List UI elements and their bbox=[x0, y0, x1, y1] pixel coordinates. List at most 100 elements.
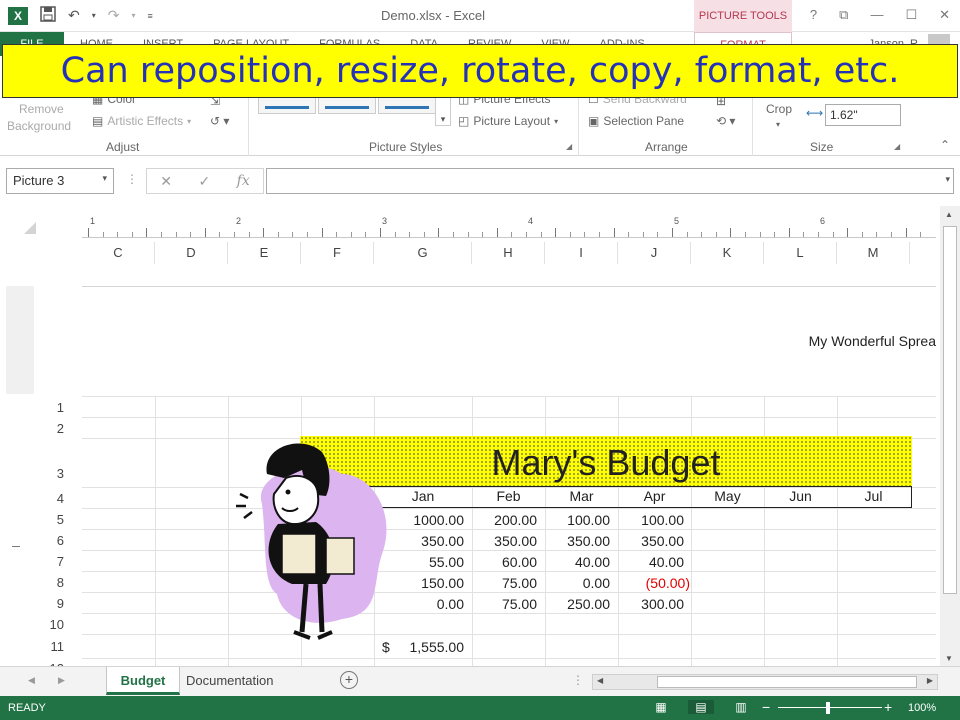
undo-dropdown-icon[interactable]: ▾ bbox=[92, 11, 96, 20]
enter-icon[interactable]: ✓ bbox=[198, 173, 210, 190]
selection-pane-button[interactable]: ▣ Selection Pane bbox=[588, 114, 684, 128]
tab-splitter-icon[interactable]: ⋮ bbox=[572, 673, 584, 687]
formula-bar-grip-icon[interactable]: ⋮ bbox=[126, 172, 138, 186]
row-header-5[interactable]: 5 bbox=[36, 512, 64, 527]
redo-dropdown-icon[interactable]: ▾ bbox=[131, 11, 135, 20]
dialog-launcher-icon[interactable]: ◢ bbox=[566, 142, 572, 151]
crop-button[interactable]: Crop bbox=[766, 102, 792, 116]
remove-background-button-line2[interactable]: Background bbox=[7, 119, 71, 133]
reset-picture-icon[interactable]: ↺ ▾ bbox=[210, 114, 229, 128]
column-header-m[interactable]: M bbox=[837, 242, 910, 264]
remove-background-button-line1[interactable]: Remove bbox=[19, 102, 64, 116]
column-header-f[interactable]: F bbox=[301, 242, 374, 264]
month-header-may[interactable]: May bbox=[691, 488, 764, 504]
chevron-down-icon[interactable]: ▾ bbox=[102, 173, 107, 184]
sheet-tab-documentation[interactable]: Documentation bbox=[186, 673, 273, 688]
cell-value[interactable]: 75.00 bbox=[472, 596, 537, 612]
row-header-6[interactable]: 6 bbox=[36, 533, 64, 548]
maximize-button[interactable]: ☐ bbox=[905, 7, 917, 23]
scroll-left-icon[interactable]: ◀ bbox=[597, 676, 603, 685]
rotate-icon[interactable]: ⟲ ▾ bbox=[716, 114, 735, 128]
page-header-area[interactable]: My Wonderful Sprea bbox=[82, 286, 936, 394]
cell-value[interactable]: 100.00 bbox=[618, 512, 684, 528]
shape-width-input[interactable]: 1.62" bbox=[825, 104, 901, 126]
artistic-effects-button[interactable]: ▤ Artistic Effects ▾ bbox=[92, 114, 191, 128]
month-header-apr[interactable]: Apr bbox=[618, 488, 691, 504]
row-header-7[interactable]: 7 bbox=[36, 554, 64, 569]
dialog-launcher-icon[interactable]: ◢ bbox=[894, 142, 900, 151]
cell-value[interactable]: 350.00 bbox=[472, 533, 537, 549]
month-header-feb[interactable]: Feb bbox=[472, 488, 545, 504]
cell-value[interactable]: 250.00 bbox=[545, 596, 610, 612]
customize-qat-icon[interactable]: ≡ bbox=[148, 11, 153, 21]
prev-sheet-icon[interactable]: ◀ bbox=[28, 675, 35, 686]
normal-view-icon[interactable]: ▦ bbox=[648, 700, 674, 714]
styles-gallery-more-button[interactable]: ▾ bbox=[435, 96, 451, 126]
page-layout-view-icon[interactable]: ▤ bbox=[688, 700, 714, 714]
row-header-8[interactable]: 8 bbox=[36, 575, 64, 590]
zoom-slider[interactable] bbox=[778, 707, 882, 708]
column-header-i[interactable]: I bbox=[545, 242, 618, 264]
horizontal-scroll-thumb[interactable] bbox=[657, 676, 917, 688]
row-header-4[interactable]: 4 bbox=[36, 491, 64, 506]
horizontal-scrollbar[interactable]: ◀ ▶ bbox=[592, 674, 938, 690]
month-header-jun[interactable]: Jun bbox=[764, 488, 837, 504]
zoom-in-button[interactable]: + bbox=[884, 699, 892, 715]
zoom-level[interactable]: 100% bbox=[908, 702, 936, 714]
cell-value[interactable]: 350.00 bbox=[545, 533, 610, 549]
expand-formula-bar-icon[interactable]: ▾ bbox=[945, 174, 950, 185]
row-header-2[interactable]: 2 bbox=[36, 421, 64, 436]
row-header-1[interactable]: 1 bbox=[36, 400, 64, 415]
cell-value[interactable]: 300.00 bbox=[618, 596, 684, 612]
month-header-mar[interactable]: Mar bbox=[545, 488, 618, 504]
column-header-l[interactable]: L bbox=[764, 242, 837, 264]
save-icon[interactable] bbox=[40, 6, 56, 25]
undo-icon[interactable]: ↶ bbox=[68, 7, 80, 24]
name-box[interactable]: Picture 3 ▾ bbox=[6, 168, 114, 194]
cell-value[interactable]: 200.00 bbox=[472, 512, 537, 528]
close-button[interactable]: ✕ bbox=[939, 7, 950, 23]
add-sheet-button[interactable]: + bbox=[340, 671, 358, 689]
cell-value[interactable]: 40.00 bbox=[545, 554, 610, 570]
picture-style-thumb-3[interactable] bbox=[378, 96, 436, 114]
zoom-out-button[interactable]: − bbox=[762, 699, 770, 715]
row-header-11[interactable]: 11 bbox=[36, 639, 65, 654]
row-header-9[interactable]: 9 bbox=[36, 596, 64, 611]
formula-input[interactable] bbox=[266, 168, 954, 194]
scroll-up-icon[interactable]: ▲ bbox=[945, 210, 953, 219]
column-header-c[interactable]: C bbox=[82, 242, 155, 264]
cell-value-negative[interactable]: (50.00) bbox=[618, 575, 690, 591]
cell-value[interactable]: 60.00 bbox=[472, 554, 537, 570]
vertical-scroll-thumb[interactable] bbox=[943, 226, 957, 594]
cell-value[interactable]: 0.00 bbox=[545, 575, 610, 591]
sheet-tab-budget[interactable]: Budget bbox=[106, 667, 180, 695]
cell-value[interactable]: 75.00 bbox=[472, 575, 537, 591]
picture-layout-button[interactable]: ◰ Picture Layout ▾ bbox=[458, 114, 558, 128]
redo-icon[interactable]: ↷ bbox=[108, 7, 120, 24]
next-sheet-icon[interactable]: ▶ bbox=[58, 675, 65, 686]
collapse-ribbon-icon[interactable]: ⌃ bbox=[940, 138, 950, 152]
scroll-right-icon[interactable]: ▶ bbox=[927, 676, 933, 685]
scroll-down-icon[interactable]: ▼ bbox=[945, 654, 953, 663]
column-header-j[interactable]: J bbox=[618, 242, 691, 264]
row-header-3[interactable]: 3 bbox=[36, 466, 64, 481]
worksheet[interactable]: 1 2 3 4 5 6 C D E F G H I J K L M My Won… bbox=[0, 206, 940, 666]
cancel-icon[interactable]: ✕ bbox=[160, 173, 172, 190]
picture-style-thumb-1[interactable] bbox=[258, 96, 316, 114]
column-header-e[interactable]: E bbox=[228, 242, 301, 264]
month-header-jul[interactable]: Jul bbox=[837, 488, 910, 504]
select-all-corner[interactable] bbox=[24, 222, 36, 234]
help-button[interactable]: ? bbox=[810, 7, 817, 23]
zoom-slider-handle[interactable] bbox=[826, 702, 830, 714]
column-header-k[interactable]: K bbox=[691, 242, 764, 264]
woman-clipart-picture[interactable] bbox=[222, 434, 392, 644]
picture-style-thumb-2[interactable] bbox=[318, 96, 376, 114]
vertical-scrollbar[interactable]: ▲ ▼ bbox=[940, 206, 960, 666]
crop-dropdown-icon[interactable]: ▾ bbox=[776, 120, 780, 129]
insert-function-icon[interactable]: fx bbox=[237, 173, 250, 189]
cell-value[interactable]: 100.00 bbox=[545, 512, 610, 528]
cell-value[interactable]: 350.00 bbox=[618, 533, 684, 549]
row-header-10[interactable]: 10 bbox=[36, 617, 64, 632]
page-break-preview-icon[interactable]: ▥ bbox=[728, 700, 754, 714]
ribbon-display-options-button[interactable]: ⧉ bbox=[839, 7, 848, 23]
